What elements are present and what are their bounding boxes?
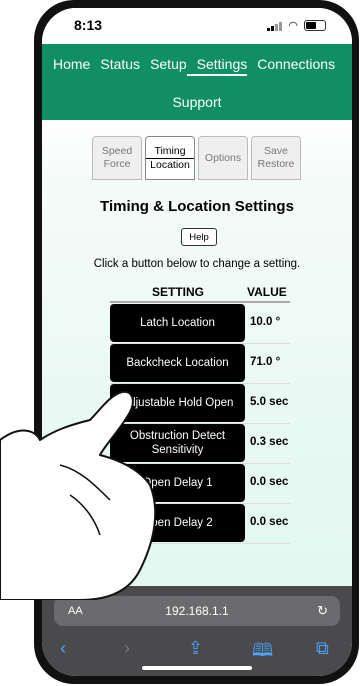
- app-header: Home Status Setup Settings Connections S…: [42, 44, 352, 120]
- adjustable-hold-open-button[interactable]: Adjustable Hold Open: [110, 384, 245, 422]
- page-title: Timing & Location Settings: [100, 198, 294, 215]
- browser-toolbar: ‹ › ⇪ 🕮 ⧉: [42, 638, 352, 662]
- tab-label: Speed: [101, 145, 133, 157]
- obstruction-detect-sensitivity-button[interactable]: Obstruction Detect Sensitivity: [110, 424, 245, 462]
- share-icon[interactable]: ⇪: [188, 638, 203, 659]
- column-header-value: VALUE: [247, 285, 287, 299]
- tab-label: Timing: [154, 144, 186, 157]
- nav-connections[interactable]: Connections: [247, 56, 335, 76]
- url-text: 192.168.1.1: [165, 604, 229, 618]
- setting-value: 71.0 °: [250, 356, 281, 368]
- main-nav: Home Status Setup Settings Connections: [42, 56, 352, 76]
- setting-row: Latch Location 10.0 °: [110, 304, 290, 342]
- screen: 8:13 ◠ Home Status Setup Settings Connec…: [42, 8, 352, 676]
- setting-row: Backcheck Location 71.0 °: [110, 344, 290, 382]
- tab-speed-force[interactable]: Speed Force: [92, 136, 142, 180]
- tab-timing-location[interactable]: Timing Location: [145, 136, 195, 180]
- setting-row: Obstruction Detect Sensitivity 0.3 sec: [110, 424, 290, 462]
- wifi-icon: ◠: [288, 20, 298, 32]
- open-delay-2-button[interactable]: Open Delay 2: [110, 504, 245, 542]
- status-time: 8:13: [74, 17, 103, 33]
- setting-value: 10.0 °: [250, 316, 281, 328]
- battery-icon: [304, 20, 326, 31]
- setting-row: Open Delay 1 0.0 sec: [110, 464, 290, 502]
- signal-icon: [267, 21, 283, 31]
- forward-icon[interactable]: ›: [124, 638, 130, 659]
- nav-settings[interactable]: Settings: [186, 56, 248, 76]
- nav-home[interactable]: Home: [42, 56, 90, 76]
- tab-save-restore[interactable]: Save Restore: [251, 136, 301, 180]
- setting-value: 0.3 sec: [250, 436, 289, 448]
- settings-content: Speed Force Timing Location Options Save…: [42, 120, 352, 606]
- tabs-icon[interactable]: ⧉: [316, 638, 329, 659]
- tab-label: Save: [264, 145, 288, 157]
- nav-status[interactable]: Status: [90, 56, 140, 76]
- setting-row: Open Delay 2 0.0 sec: [110, 504, 290, 542]
- open-delay-1-button[interactable]: Open Delay 1: [110, 464, 245, 502]
- column-header-setting: SETTING: [152, 285, 205, 299]
- tab-label: Force: [103, 158, 131, 170]
- setting-row: Adjustable Hold Open 5.0 sec: [110, 384, 290, 422]
- reload-icon[interactable]: ↻: [317, 603, 328, 619]
- header-divider: [110, 301, 290, 303]
- instruction-text: Click a button below to change a setting…: [93, 258, 301, 270]
- setting-value: 5.0 sec: [250, 396, 289, 408]
- home-indicator: [142, 666, 252, 670]
- tab-label: Location: [146, 157, 194, 172]
- row-divider: [110, 543, 290, 544]
- latch-location-button[interactable]: Latch Location: [110, 304, 245, 342]
- backcheck-location-button[interactable]: Backcheck Location: [110, 344, 245, 382]
- setting-value: 0.0 sec: [250, 476, 289, 488]
- nav-support[interactable]: Support: [42, 94, 352, 110]
- setting-value: 0.0 sec: [250, 516, 289, 528]
- tab-options[interactable]: Options: [198, 136, 248, 180]
- tab-label: Options: [204, 151, 242, 164]
- address-bar[interactable]: AA 192.168.1.1 ↻: [54, 596, 340, 626]
- tab-label: Restore: [257, 158, 295, 170]
- bookmarks-icon[interactable]: 🕮: [252, 638, 273, 668]
- help-button[interactable]: Help: [181, 228, 217, 246]
- browser-bottom-bar: AA 192.168.1.1 ↻ ‹ › ⇪ 🕮 ⧉: [42, 586, 352, 676]
- settings-tabs: Speed Force Timing Location Options Save…: [92, 136, 301, 180]
- back-icon[interactable]: ‹: [60, 638, 66, 659]
- nav-setup[interactable]: Setup: [140, 56, 187, 76]
- status-bar: 8:13 ◠: [42, 8, 352, 44]
- status-icons: ◠: [267, 19, 326, 32]
